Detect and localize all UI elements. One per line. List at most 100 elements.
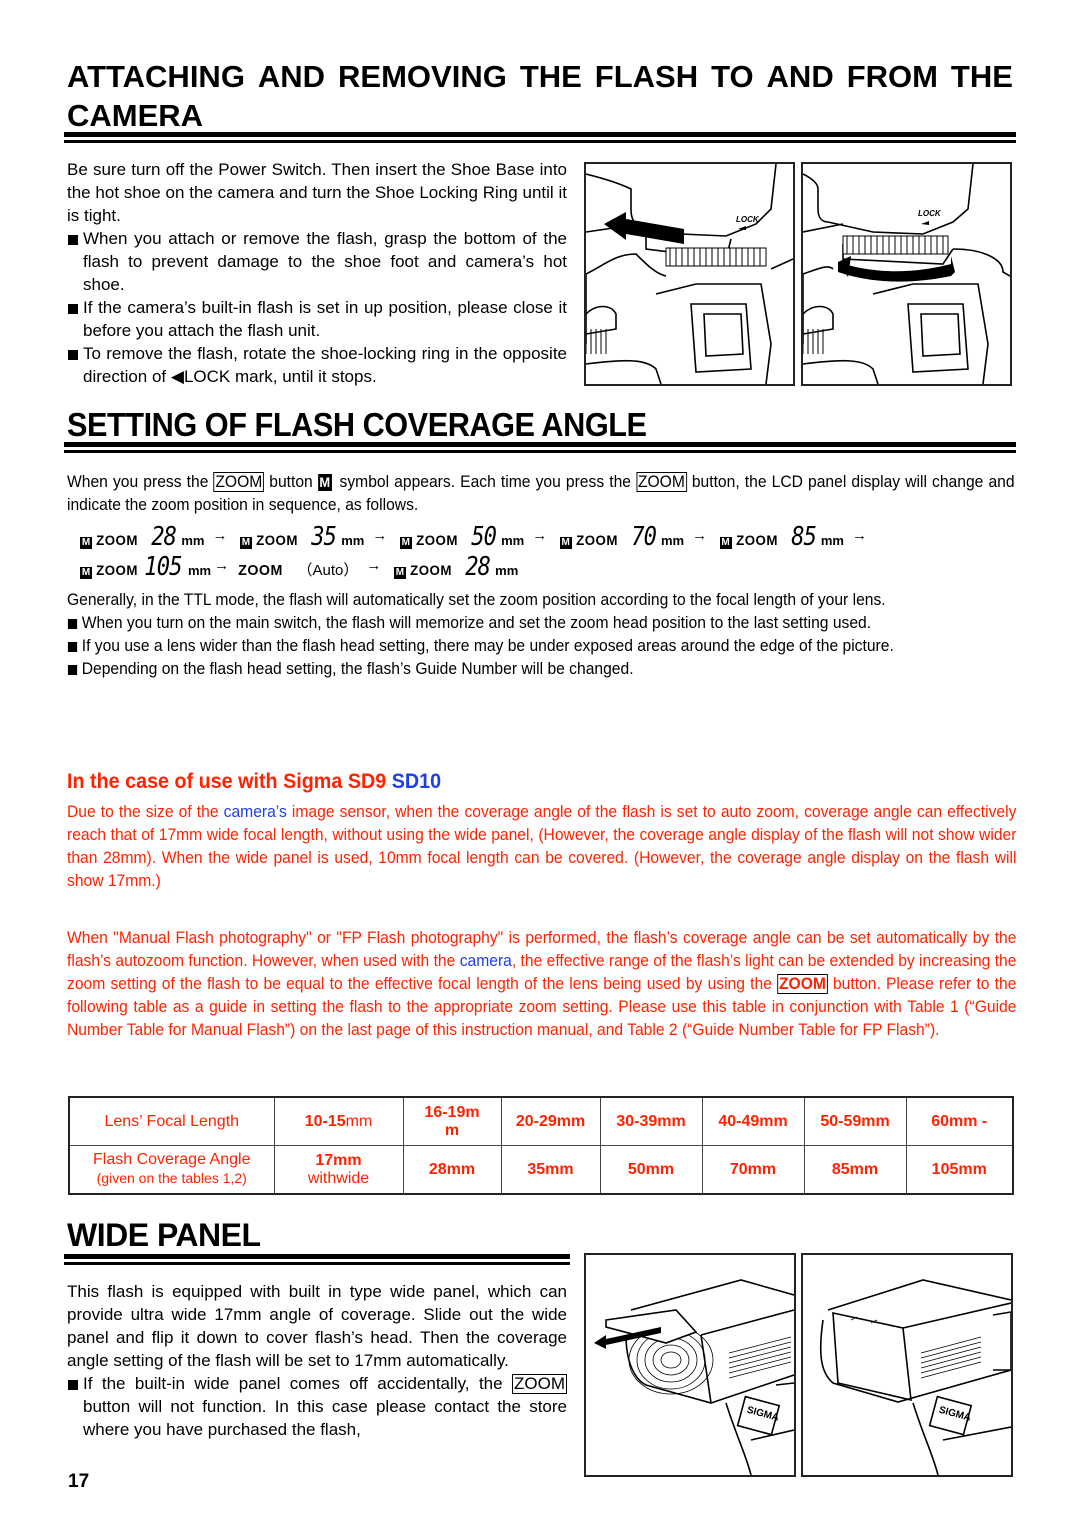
wide-panel-slide-illustration: SIGMA [584, 1253, 796, 1477]
lcd-step: M ZOOM 105 mm [80, 552, 211, 582]
coverage-general: Generally, in the TTL mode, the flash wi… [67, 588, 1016, 680]
brand-label: SIGMA [938, 1405, 973, 1424]
table-cell: 17mm withwide [273, 1145, 404, 1195]
manual-m-icon: M [393, 567, 406, 579]
intro-text: symbol appears. Each time you press the [339, 472, 632, 491]
lcd-step: M ZOOM 70 mm [559, 522, 685, 552]
intro-text: When you press the [67, 472, 209, 491]
lcd-value: 28 [151, 522, 177, 552]
lcd-unit: mm [820, 533, 844, 548]
cell-line: 16-19m [424, 1103, 480, 1121]
lcd-zoom-label: ZOOM [237, 562, 283, 579]
rotate-ring-illustration: LOCK [801, 162, 1012, 386]
title-word: THE [950, 59, 1013, 94]
lcd-value: 35 [311, 522, 337, 552]
lcd-value: 50 [470, 522, 497, 552]
manual-m-icon: M [80, 567, 92, 579]
manual-m-icon: M [239, 537, 252, 549]
table-cell: 50-59mm [803, 1096, 907, 1146]
lcd-unit: mm [495, 563, 519, 578]
cell-line: m [444, 1121, 460, 1139]
zoom-button-label: ZOOM [512, 1374, 567, 1394]
arrow-right-icon: → [212, 527, 228, 544]
section-title-wide-panel: WIDE PANEL [67, 1217, 261, 1253]
page-number: 17 [68, 1471, 90, 1492]
lcd-step-auto: ZOOM （Auto） [237, 559, 359, 580]
intro-text: button [269, 472, 313, 491]
zoom-sequence-row-1: M ZOOM 28 mm → M ZOOM 35 mm → M ZOOM 50 … [80, 522, 875, 552]
lcd-auto-label: （Auto） [297, 562, 359, 579]
title-word: ATTACHING [67, 59, 245, 94]
lcd-zoom-label: ZOOM [735, 532, 778, 548]
lcd-zoom-label: ZOOM [96, 562, 138, 578]
flash-head-drawing: SIGMA [594, 1279, 794, 1475]
arrow-left-icon [604, 212, 684, 244]
cell-unit: mm [345, 1112, 373, 1130]
coverage-table: Lens’ Focal Length 10-15mm 16-19m m 20-29… [68, 1096, 1014, 1195]
attach-intro: Be sure turn off the Power Switch. Then … [67, 160, 567, 225]
table-cell: 10-15mm [273, 1096, 404, 1146]
sigma-heading-red: In the case of use with Sigma SD9 [67, 770, 387, 793]
camera-hotshoe-drawing: LOCK [803, 164, 1010, 384]
lcd-zoom-label: ZOOM [575, 532, 618, 548]
title-word: THE [519, 59, 582, 94]
table-cell: 20-29mm [500, 1096, 601, 1146]
wide-panel-bullet: If the built-in wide panel comes off acc… [67, 1372, 567, 1441]
lcd-unit: mm [660, 533, 685, 548]
general-text: Generally, in the TTL mode, the flash wi… [67, 590, 886, 609]
title-word: FROM [846, 59, 938, 94]
table-cell: 60mm - [905, 1096, 1014, 1146]
lcd-zoom-label: ZOOM [409, 562, 452, 578]
coverage-bullet: If you use a lens wider than the flash h… [67, 634, 1016, 657]
title-underline [64, 442, 1016, 453]
arrow-right-icon: → [692, 527, 708, 544]
table-cell: 40-49mm [701, 1096, 805, 1146]
lcd-zoom-label: ZOOM [96, 532, 138, 548]
zoom-sequence-row-2: M ZOOM 105 mm → ZOOM （Auto） → M ZOOM 28 … [80, 552, 518, 582]
lcd-step: M ZOOM 50 mm [399, 522, 525, 552]
title-underline [64, 132, 1016, 143]
section-title-attaching: ATTACHING AND REMOVING THE FLASH TO AND … [67, 58, 1080, 135]
coverage-intro: When you press the ZOOM button M symbol … [67, 470, 1015, 516]
lcd-value: 28 [465, 552, 491, 582]
sigma-text-blue: camera [459, 951, 512, 970]
section-title-coverage: SETTING OF FLASH COVERAGE ANGLE [67, 406, 647, 443]
attach-bullet: If the camera’s built-in flash is set in… [67, 296, 567, 342]
manual-m-icon: M [317, 474, 332, 491]
sigma-text: Due to the size of the [67, 802, 219, 821]
table-cell: 30-39mm [599, 1096, 703, 1146]
lcd-step: M ZOOM 28 mm [80, 522, 204, 552]
arrow-right-icon: → [214, 557, 230, 574]
coverage-bullet: When you turn on the main switch, the fl… [67, 611, 1016, 634]
table-cell: 35mm [500, 1145, 601, 1195]
arrow-right-icon: → [852, 527, 867, 544]
lcd-step: M ZOOM 28 mm [393, 552, 519, 582]
lcd-zoom-label: ZOOM [415, 532, 458, 548]
row-header: Flash Coverage Angle (given on the tables… [68, 1145, 275, 1195]
table-cell: 105mm [905, 1145, 1014, 1195]
title-word: AND [257, 59, 326, 94]
sigma-subheading: In the case of use with Sigma SD9 SD10 [67, 770, 441, 794]
lcd-unit: mm [501, 533, 525, 548]
table-row: Flash Coverage Angle (given on the tables… [68, 1145, 1014, 1195]
manual-m-icon: M [80, 537, 92, 549]
table-cell: 50mm [599, 1145, 703, 1195]
sigma-text-blue: camera’s [223, 802, 287, 821]
title-word: TO [711, 59, 754, 94]
attach-text: Be sure turn off the Power Switch. Then … [67, 158, 567, 388]
title-line-1: ATTACHING AND REMOVING THE FLASH TO AND … [67, 58, 1013, 96]
manual-m-icon: M [719, 537, 732, 549]
wide-panel-flipped-illustration: SIGMA [801, 1253, 1013, 1477]
title-word: FLASH [594, 59, 699, 94]
zoom-button-label: ZOOM [636, 472, 687, 492]
arrow-right-icon: → [366, 557, 382, 574]
lock-label: LOCK [918, 209, 942, 218]
title-underline [64, 1254, 570, 1265]
row-header-label: Flash Coverage Angle [93, 1151, 251, 1168]
manual-m-icon: M [399, 537, 412, 549]
zoom-button-label: ZOOM [777, 974, 828, 994]
camera-hotshoe-drawing: LOCK [586, 164, 793, 384]
arrow-right-icon: → [532, 527, 548, 544]
sigma-paragraph-1: Due to the size of the camera’s image se… [67, 800, 1016, 892]
table-row: Lens’ Focal Length 10-15mm 16-19m m 20-29… [68, 1096, 1014, 1146]
